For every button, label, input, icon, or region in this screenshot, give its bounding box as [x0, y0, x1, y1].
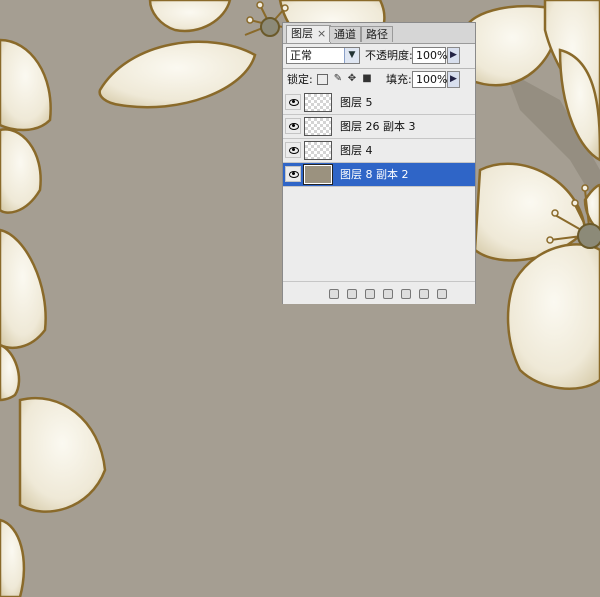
- close-icon[interactable]: ×: [317, 27, 326, 40]
- fill-input[interactable]: 100%: [412, 71, 448, 88]
- tab-paths[interactable]: 路径: [361, 26, 393, 42]
- layer-style-icon[interactable]: [347, 289, 357, 299]
- tab-layers[interactable]: 图层 ×: [286, 25, 332, 43]
- chevron-down-icon[interactable]: ▼: [344, 48, 359, 63]
- fill-slider-button[interactable]: ▶: [447, 71, 460, 88]
- layer-thumbnail: [304, 141, 332, 160]
- eye-icon[interactable]: [285, 166, 301, 182]
- layers-empty-area: [283, 187, 475, 281]
- fill-value: 100%: [416, 73, 448, 86]
- layer-thumbnail: [304, 93, 332, 112]
- layer-name: 图层 26 副本 3: [340, 120, 416, 133]
- layer-name: 图层 5: [340, 96, 373, 109]
- tab-channels[interactable]: 通道: [329, 26, 361, 42]
- layer-row[interactable]: 图层 26 副本 3: [283, 115, 475, 139]
- folder-icon[interactable]: [401, 289, 411, 299]
- lock-label: 锁定:: [287, 73, 313, 86]
- opacity-input[interactable]: 100%: [412, 47, 448, 64]
- layer-name: 图层 8 副本 2: [340, 168, 409, 181]
- eye-icon[interactable]: [285, 94, 301, 110]
- tab-paths-label: 路径: [366, 28, 388, 41]
- layer-thumbnail: [304, 117, 332, 136]
- blend-mode-value: 正常: [290, 49, 312, 62]
- eye-icon[interactable]: [285, 142, 301, 158]
- layer-name: 图层 4: [340, 144, 373, 157]
- opacity-label: 不透明度:: [365, 49, 413, 62]
- layer-row[interactable]: 图层 4: [283, 139, 475, 163]
- lock-all-icon[interactable]: ■: [361, 73, 373, 85]
- panel-tabs: 图层 × 通道 路径: [283, 23, 475, 44]
- blend-opacity-row: 正常 ▼ 不透明度: 100% ▶: [283, 44, 475, 68]
- layers-panel: 图层 × 通道 路径 正常 ▼ 不透明度: 100% ▶ 锁定: ✎ ✥ ■ 填充…: [282, 22, 476, 304]
- tab-channels-label: 通道: [334, 28, 356, 41]
- adjustment-layer-icon[interactable]: [383, 289, 393, 299]
- opacity-slider-button[interactable]: ▶: [447, 47, 460, 64]
- layer-row-selected[interactable]: 图层 8 副本 2: [283, 163, 475, 187]
- blend-mode-select[interactable]: 正常 ▼: [286, 47, 360, 64]
- trash-icon[interactable]: [437, 289, 447, 299]
- opacity-value: 100%: [416, 49, 448, 62]
- layer-thumbnail: [303, 164, 333, 185]
- layers-list: 图层 5 图层 26 副本 3 图层 4 图层 8 副本 2: [283, 91, 475, 281]
- lock-move-icon[interactable]: ✥: [346, 73, 358, 85]
- layer-row[interactable]: 图层 5: [283, 91, 475, 115]
- eye-icon[interactable]: [285, 118, 301, 134]
- link-layers-icon[interactable]: [329, 289, 339, 299]
- new-layer-icon[interactable]: [419, 289, 429, 299]
- panel-footer: [283, 281, 475, 304]
- lock-paint-icon[interactable]: ✎: [332, 73, 344, 85]
- fill-label: 填充:: [386, 73, 412, 86]
- lock-transparent-icon[interactable]: [317, 74, 328, 85]
- lock-fill-row: 锁定: ✎ ✥ ■ 填充: 100% ▶: [283, 69, 475, 91]
- layer-mask-icon[interactable]: [365, 289, 375, 299]
- tab-layers-label: 图层: [291, 27, 313, 40]
